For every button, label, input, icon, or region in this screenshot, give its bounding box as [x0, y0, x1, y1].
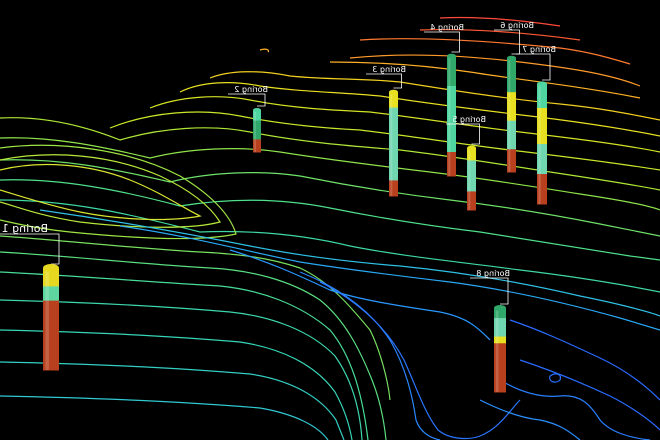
- borehole-highlight: [538, 84, 541, 204]
- borehole-cap: [494, 305, 506, 311]
- borehole-label: Boring 6: [500, 21, 534, 30]
- borehole-highlight: [254, 110, 256, 152]
- borehole-cap: [43, 264, 59, 272]
- borehole-label: Boring 2: [234, 85, 268, 94]
- borehole-cap: [447, 53, 456, 59]
- 3d-viewport[interactable]: Boring 1 Boring 2 Boring 3 Boring 4 Boring 5…: [0, 0, 660, 440]
- borehole-highlight: [495, 308, 499, 392]
- borehole-label: Boring 5: [452, 115, 486, 124]
- borehole-cap: [389, 89, 398, 95]
- borehole-cap: [507, 55, 516, 61]
- borehole-label: Boring 4: [430, 23, 464, 32]
- borehole-label: Boring 7: [522, 45, 556, 54]
- borehole-cap: [467, 145, 476, 151]
- borehole-highlight: [468, 148, 471, 210]
- borehole-label: Boring 8: [476, 269, 510, 278]
- borehole-highlight: [45, 268, 49, 370]
- viewport-background: [0, 0, 660, 440]
- borehole-label: Boring 1: [2, 222, 48, 235]
- borehole-highlight: [508, 58, 511, 172]
- borehole-cap: [537, 81, 547, 87]
- borehole-highlight: [448, 56, 451, 176]
- borehole-cap: [253, 108, 261, 112]
- borehole-label: Boring 3: [372, 65, 406, 74]
- borehole-highlight: [390, 92, 393, 196]
